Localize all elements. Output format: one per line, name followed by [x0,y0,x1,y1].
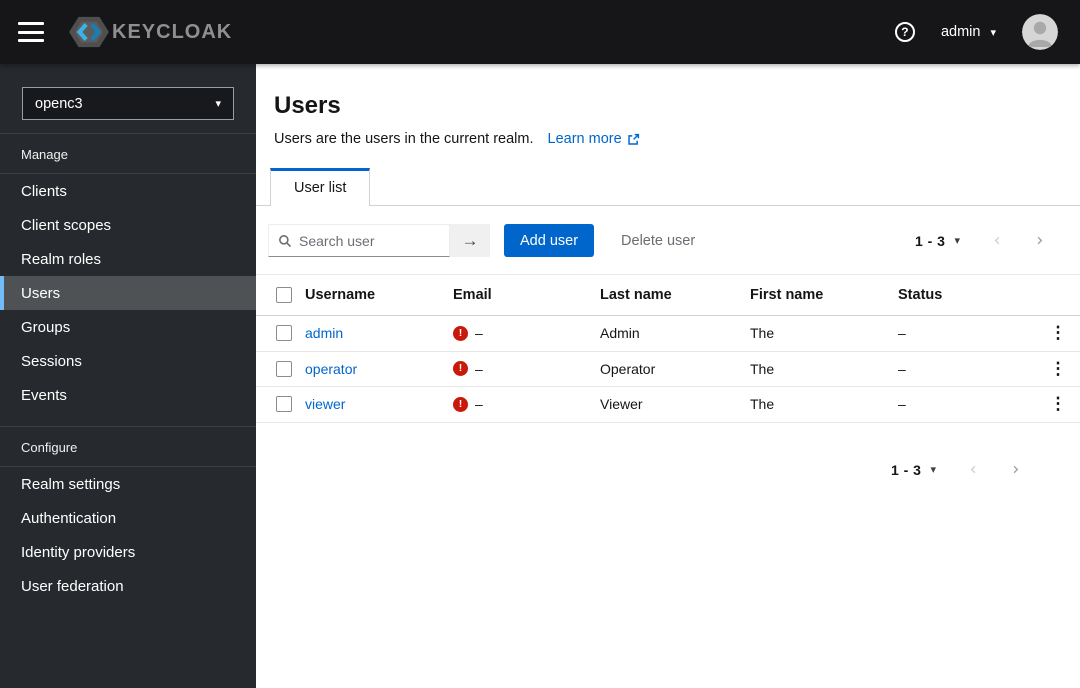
chevron-down-icon: ▾ [215,98,221,110]
last-name-value: Admin [600,325,640,342]
status-value: – [898,396,906,413]
column-header-last-name: Last name [600,287,672,303]
column-header-username: Username [305,287,376,303]
keycloak-hexagon-icon [69,16,109,48]
sidebar-item-users[interactable]: Users [0,276,256,310]
email-value: – [475,325,483,342]
pagination-bottom: 1 - 3 ▾ [891,455,1036,485]
table-row: operator ! – Operator The – ⋮ [256,352,1080,387]
column-header-status: Status [898,287,943,303]
username-link[interactable]: admin [305,325,343,341]
table-row: admin ! – Admin The – ⋮ [256,316,1080,352]
users-table: Username Email Last name First name Stat… [256,274,1080,423]
username-link[interactable]: operator [305,361,357,377]
prev-page-button[interactable] [976,226,1018,256]
first-name-value: The [750,325,775,342]
chevron-left-icon [994,236,999,245]
learn-more-link[interactable]: Learn more [548,131,640,147]
select-all-checkbox[interactable] [276,287,292,303]
search-submit-button[interactable]: → [450,224,490,257]
first-name-value: The [750,360,775,377]
pagination-menu-toggle[interactable]: 1 - 3 ▾ [915,233,960,249]
delete-user-button[interactable]: Delete user [621,233,695,249]
nav-section-configure: Configure [21,440,78,455]
pagination-menu-toggle[interactable]: 1 - 3 ▾ [891,462,936,478]
row-kebab-menu[interactable]: ⋮ [1036,323,1080,343]
column-header-email: Email [453,287,492,303]
pagination-range: 1 - 3 [914,232,946,249]
chevron-left-icon [970,465,975,474]
row-kebab-menu[interactable]: ⋮ [1036,394,1080,414]
help-icon[interactable]: ? [894,22,915,42]
nav-toggle-icon[interactable] [18,22,44,42]
toolbar: → Add user Delete user 1 - 3 ▾ [256,206,1080,274]
next-page-button[interactable] [994,455,1036,485]
chevron-down-icon: ▾ [930,464,936,476]
row-kebab-menu[interactable]: ⋮ [1036,359,1080,379]
chevron-right-icon [1037,236,1042,245]
external-link-icon [627,133,639,145]
status-value: – [898,325,906,342]
user-menu-label: admin [940,24,981,40]
first-name-value: The [750,396,775,413]
email-warning-icon: ! [453,396,468,412]
sidebar-item-realm-roles[interactable]: Realm roles [0,242,256,276]
chevron-right-icon [1013,465,1018,474]
sidebar-item-authentication[interactable]: Authentication [0,501,256,535]
page-description: Users are the users in the current realm… [274,131,534,147]
page-title: Users [274,92,341,119]
avatar[interactable] [1022,14,1058,50]
chevron-down-icon: ▾ [990,26,996,39]
realm-selector[interactable]: openc3 ▾ [22,87,234,120]
prev-page-button[interactable] [952,455,994,485]
status-value: – [898,360,906,377]
chevron-down-icon: ▾ [954,235,960,247]
pagination-top: 1 - 3 ▾ [915,226,1060,256]
pagination-range: 1 - 3 [890,461,922,478]
sidebar-item-clients[interactable]: Clients [0,174,256,208]
search-input[interactable] [299,232,440,249]
email-warning-icon: ! [453,325,468,341]
username-link[interactable]: viewer [305,396,345,412]
avatar-person-icon [1022,14,1058,50]
nav-section-manage: Manage [21,147,68,162]
last-name-value: Operator [600,360,656,377]
user-menu-toggle[interactable]: admin ▾ [941,24,996,40]
sidebar-item-events[interactable]: Events [0,378,256,412]
last-name-value: Viewer [600,396,643,413]
email-value: – [475,396,483,413]
next-page-button[interactable] [1018,226,1060,256]
row-checkbox[interactable] [276,396,292,413]
sidebar-item-realm-settings[interactable]: Realm settings [0,467,256,501]
column-header-first-name: First name [750,287,824,303]
brand-text: KEYCLOAK [112,20,233,43]
row-checkbox[interactable] [276,325,292,342]
table-row: viewer ! – Viewer The – ⋮ [256,387,1080,423]
sidebar: openc3 ▾ Manage Clients Client scopes Re… [0,64,256,688]
realm-selector-value: openc3 [35,95,83,112]
table-header-row: Username Email Last name First name Stat… [256,275,1080,316]
tab-user-list[interactable]: User list [270,168,371,206]
sidebar-item-client-scopes[interactable]: Client scopes [0,208,256,242]
sidebar-item-sessions[interactable]: Sessions [0,344,256,378]
main-content: Users Users are the users in the current… [256,64,1080,688]
sidebar-item-user-federation[interactable]: User federation [0,569,256,603]
tab-bar: User list [256,168,1080,206]
email-value: – [475,360,483,377]
search-icon [279,234,292,247]
add-user-button[interactable]: Add user [504,224,595,257]
sidebar-item-identity-providers[interactable]: Identity providers [0,535,256,569]
row-checkbox[interactable] [276,360,292,377]
email-warning-icon: ! [453,361,468,377]
masthead: KEYCLOAK ? admin ▾ [0,0,1080,64]
keycloak-logo: KEYCLOAK [68,14,232,50]
sidebar-item-groups[interactable]: Groups [0,310,256,344]
